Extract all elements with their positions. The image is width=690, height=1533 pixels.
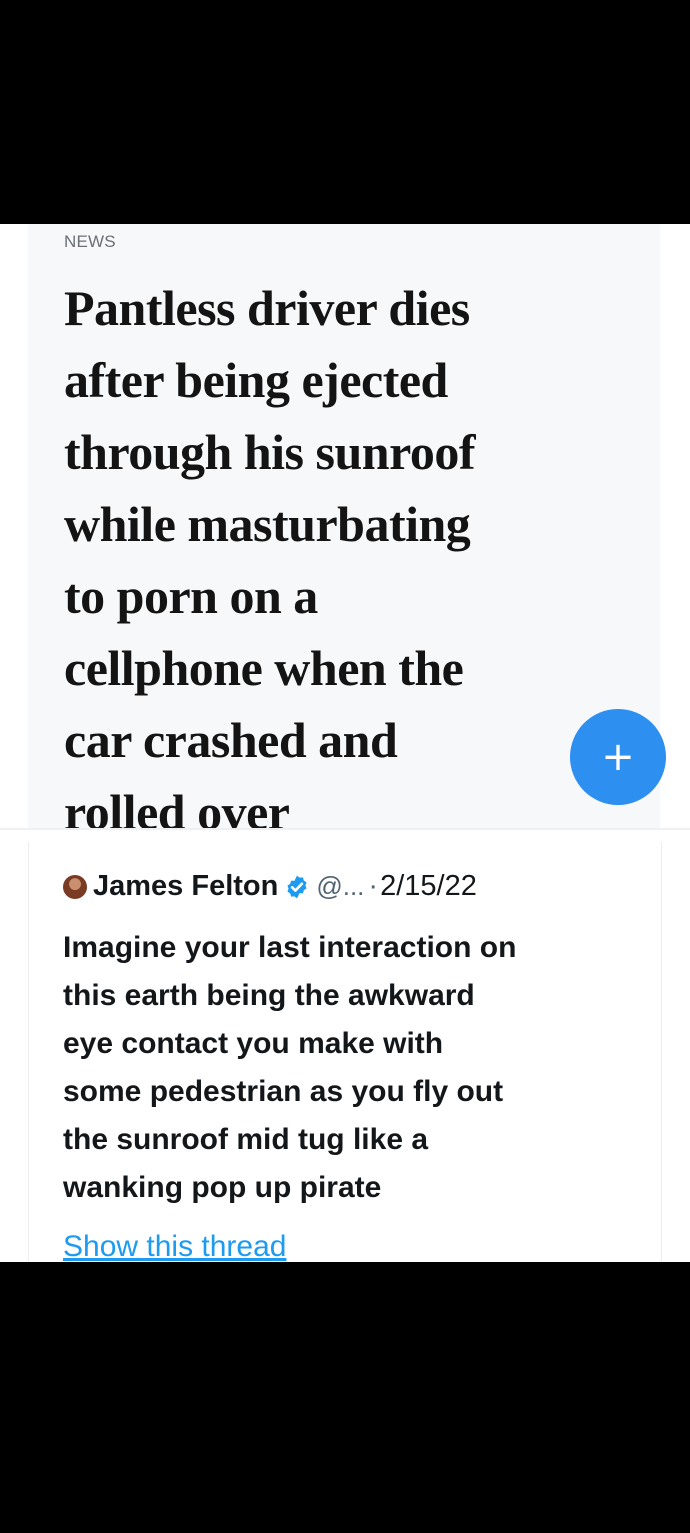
tweet-text-line: Imagine your last interaction on bbox=[63, 931, 517, 964]
add-button[interactable]: + bbox=[570, 709, 666, 805]
headline-line: through his sunroof bbox=[64, 424, 476, 480]
tweet-text-line: eye contact you make with bbox=[63, 1027, 444, 1060]
author-handle[interactable]: @... bbox=[316, 871, 364, 902]
tweet-text-line: this earth being the awkward bbox=[63, 979, 475, 1012]
headline-line: Pantless driver dies bbox=[64, 280, 470, 336]
tweet-date[interactable]: 2/15/22 bbox=[380, 870, 477, 903]
avatar[interactable] bbox=[63, 874, 87, 899]
separator-dot: · bbox=[368, 870, 379, 902]
tweet-card[interactable]: James Felton @... · 2/15/22 Imagine your… bbox=[28, 842, 662, 1262]
article-headline[interactable]: Pantless driver dies after being ejected… bbox=[64, 272, 644, 848]
tweet-header: James Felton @... · 2/15/22 bbox=[63, 870, 477, 903]
tweet-text: Imagine your last interaction on this ea… bbox=[63, 924, 643, 1212]
plus-icon: + bbox=[601, 734, 635, 780]
tweet-text-line: the sunroof mid tug like a bbox=[63, 1123, 429, 1156]
headline-line: while masturbating bbox=[64, 496, 471, 552]
headline-line: after being ejected bbox=[64, 352, 448, 408]
headline-line: cellphone when the bbox=[64, 640, 464, 696]
news-article-card[interactable]: NEWS Pantless driver dies after being ej… bbox=[28, 224, 660, 840]
author-name[interactable]: James Felton bbox=[93, 870, 278, 903]
headline-line: to porn on a bbox=[64, 568, 318, 624]
headline-line: rolled over bbox=[64, 784, 290, 840]
section-label: NEWS bbox=[64, 232, 116, 251]
divider bbox=[0, 828, 690, 830]
tweet-text-line: wanking pop up pirate bbox=[63, 1171, 382, 1204]
tweet-text-line: some pedestrian as you fly out bbox=[63, 1075, 504, 1108]
verified-badge-icon bbox=[287, 875, 307, 898]
screenshot-frame: NEWS Pantless driver dies after being ej… bbox=[0, 224, 690, 1262]
show-thread-link[interactable]: Show this thread bbox=[63, 1230, 286, 1262]
headline-line: car crashed and bbox=[64, 712, 398, 768]
